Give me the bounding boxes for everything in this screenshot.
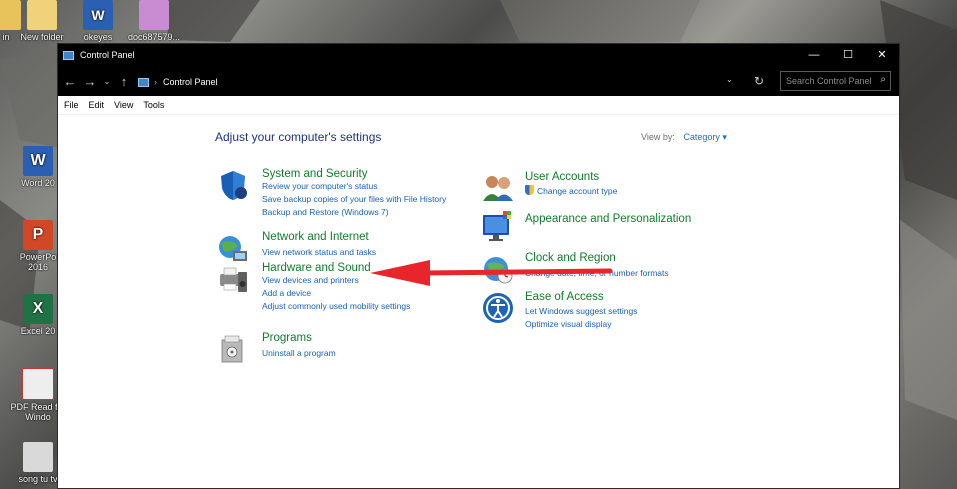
refresh-button[interactable]: ↻ xyxy=(750,72,768,90)
minimize-button[interactable]: — xyxy=(797,44,831,66)
category-link-text: Change account type xyxy=(537,186,618,196)
monitor-palette-icon xyxy=(483,211,511,241)
up-button[interactable]: ↑ xyxy=(116,74,132,89)
desktop-icon-okeyes[interactable]: W okeyes xyxy=(70,0,126,42)
category-link[interactable]: Add a device xyxy=(262,287,410,300)
desktop-icon-new-folder[interactable]: New folder xyxy=(14,0,70,42)
title-bar[interactable]: Control Panel — ☐ ✕ xyxy=(58,44,899,66)
page-title: Adjust your computer's settings xyxy=(215,130,382,144)
search-input[interactable]: Search Control Panel ⌕ xyxy=(780,71,891,91)
address-bar: ← → ⌄ ↑ › Control Panel ⌄ ↻ Search Contr… xyxy=(58,66,899,96)
word-app-icon: W xyxy=(23,146,53,176)
category-link[interactable]: View devices and printers xyxy=(262,274,410,287)
printer-speaker-icon xyxy=(220,267,247,292)
uac-shield-icon xyxy=(525,185,534,195)
category-link[interactable]: Change date, time, or number formats xyxy=(525,267,669,280)
view-by-label: View by: xyxy=(641,132,675,142)
category-link[interactable]: Change account type xyxy=(525,185,617,198)
control-panel-icon xyxy=(63,50,74,60)
category-title[interactable]: Appearance and Personalization xyxy=(525,213,691,225)
category-title[interactable]: User Accounts xyxy=(525,171,617,183)
category-title[interactable]: Programs xyxy=(262,332,336,344)
category-link[interactable]: Review your computer's status xyxy=(262,180,446,193)
image-file-icon xyxy=(139,0,169,30)
main-content: Adjust your computer's settings View by:… xyxy=(58,114,899,488)
clock-globe-icon xyxy=(484,257,513,284)
category-link[interactable]: View network status and tasks xyxy=(262,246,376,259)
category-link[interactable]: Let Windows suggest settings xyxy=(525,305,637,318)
breadcrumb[interactable]: Control Panel xyxy=(163,77,218,87)
image-file-icon xyxy=(23,442,53,472)
address-input[interactable]: › Control Panel xyxy=(134,71,776,93)
users-icon xyxy=(483,176,513,201)
pdf-reader-icon xyxy=(22,368,54,400)
category-link[interactable]: Optimize visual display xyxy=(525,318,637,331)
category-title[interactable]: Clock and Region xyxy=(525,252,669,264)
back-button[interactable]: ← xyxy=(62,74,78,89)
control-panel-icon xyxy=(138,77,149,87)
menu-file[interactable]: File xyxy=(64,100,79,110)
network-globe-icon xyxy=(219,236,247,261)
word-doc-icon: W xyxy=(83,0,113,30)
folder-icon xyxy=(27,0,57,30)
close-button[interactable]: ✕ xyxy=(865,44,899,66)
maximize-button[interactable]: ☐ xyxy=(831,44,865,66)
recent-locations-button[interactable]: ⌄ xyxy=(102,77,112,86)
category-link[interactable]: Adjust commonly used mobility settings xyxy=(262,300,410,313)
powerpoint-app-icon: P xyxy=(23,220,53,250)
category-link[interactable]: Uninstall a program xyxy=(262,347,336,360)
programs-box-icon xyxy=(221,335,243,363)
forward-button[interactable]: → xyxy=(82,74,98,89)
search-placeholder: Search Control Panel xyxy=(786,76,872,86)
view-by-value: Category xyxy=(683,132,720,142)
window-title: Control Panel xyxy=(80,50,135,60)
category-link[interactable]: Save backup copies of your files with Fi… xyxy=(262,193,446,206)
ease-of-access-icon xyxy=(483,293,513,323)
menu-view[interactable]: View xyxy=(114,100,133,110)
menu-edit[interactable]: Edit xyxy=(89,100,105,110)
desktop-icon-doc[interactable]: doc687579... xyxy=(126,0,182,42)
shield-icon xyxy=(221,171,247,200)
menu-tools[interactable]: Tools xyxy=(143,100,164,110)
view-by-control: View by: Category ▾ xyxy=(641,132,727,143)
view-by-dropdown[interactable]: Category ▾ xyxy=(683,132,727,142)
category-title[interactable]: Network and Internet xyxy=(262,231,376,243)
address-dropdown-button[interactable]: ⌄ xyxy=(726,75,733,84)
search-icon[interactable]: ⌕ xyxy=(880,74,886,85)
excel-app-icon: X xyxy=(23,294,53,324)
breadcrumb-separator: › xyxy=(154,77,157,87)
control-panel-window: Control Panel — ☐ ✕ ← → ⌄ ↑ › Control Pa… xyxy=(57,43,900,489)
category-link[interactable]: Backup and Restore (Windows 7) xyxy=(262,206,446,219)
category-title[interactable]: Ease of Access xyxy=(525,291,637,303)
category-title[interactable]: Hardware and Sound xyxy=(262,262,410,274)
menu-bar: File Edit View Tools xyxy=(58,96,899,115)
category-title[interactable]: System and Security xyxy=(262,168,446,180)
chevron-down-icon: ▾ xyxy=(722,132,727,142)
